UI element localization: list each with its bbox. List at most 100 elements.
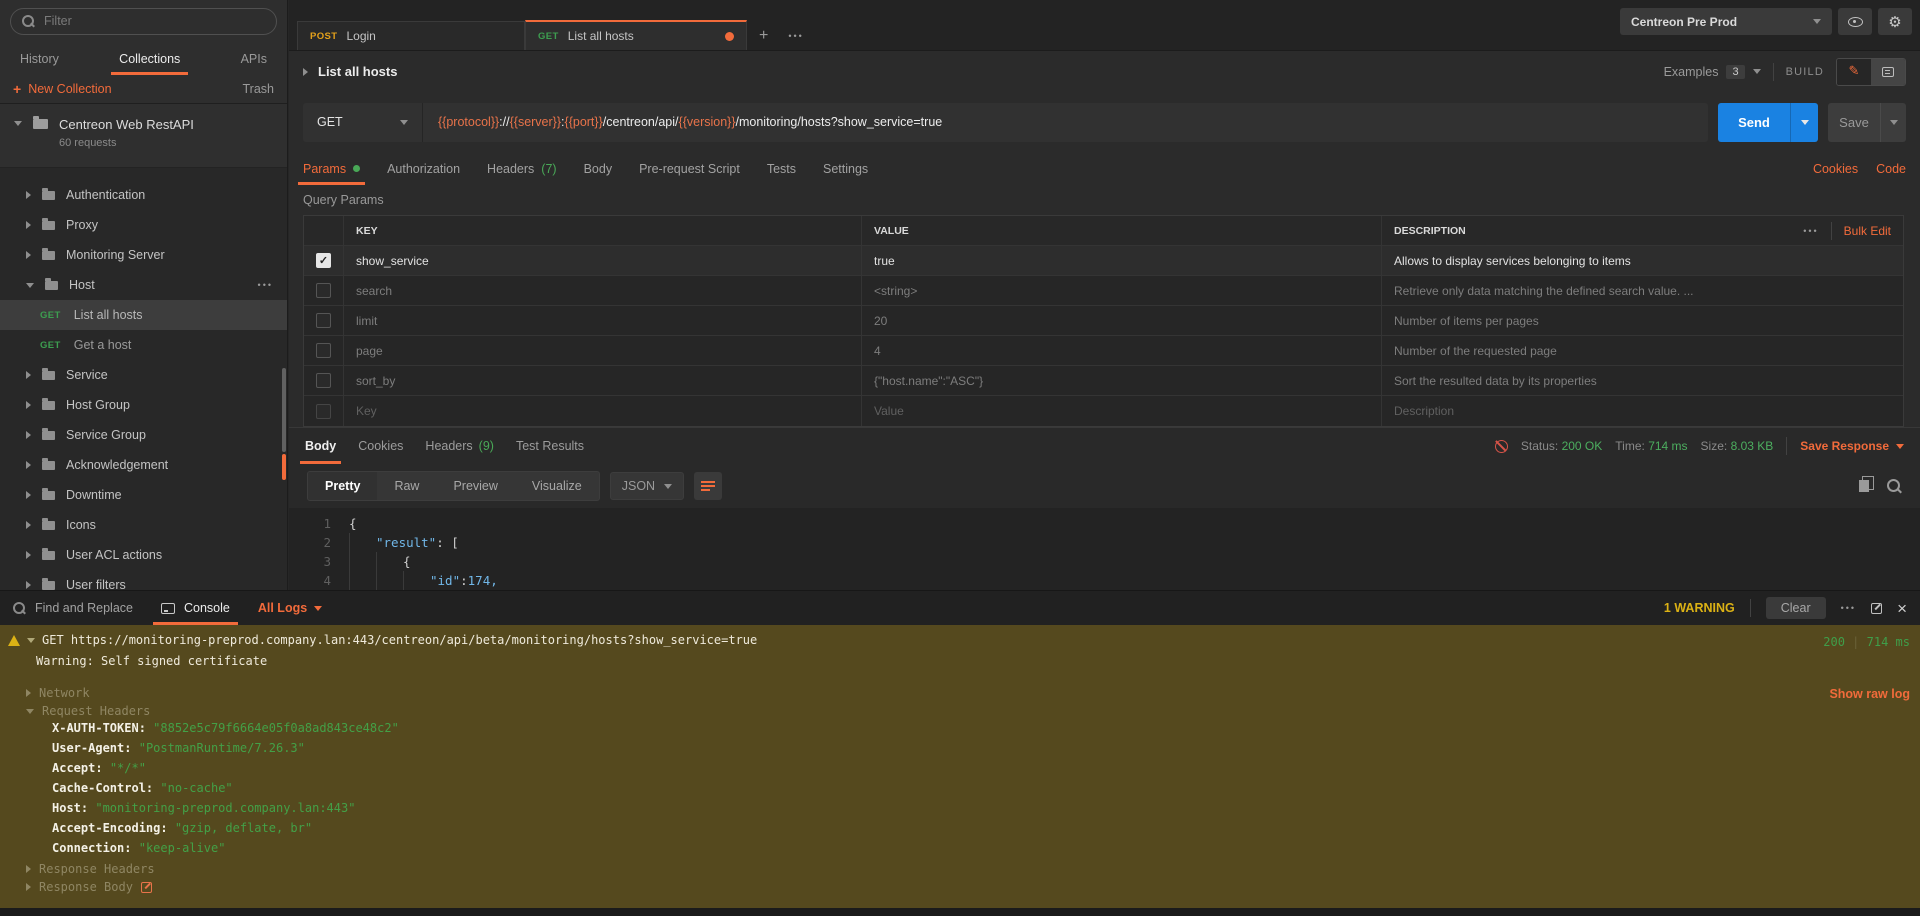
sidebar-folder-service-group[interactable]: Service Group	[0, 420, 287, 450]
response-tab-body[interactable]: Body	[305, 428, 336, 464]
new-tab-button[interactable]: +	[747, 21, 780, 50]
param-key-placeholder[interactable]: Key	[344, 396, 862, 426]
param-value[interactable]: true	[862, 246, 1382, 275]
edit-mode-button[interactable]: ✎	[1837, 59, 1871, 85]
ssl-warning-icon[interactable]	[1495, 440, 1508, 453]
sidebar-folder-service[interactable]: Service	[0, 360, 287, 390]
close-console-icon[interactable]: ×	[1897, 600, 1907, 617]
environment-selector[interactable]: Centreon Pre Prod	[1620, 8, 1832, 35]
show-raw-log-link[interactable]: Show raw log	[1829, 687, 1910, 701]
chevron-down-icon[interactable]	[14, 121, 22, 126]
tab-prerequest-script[interactable]: Pre-request Script	[639, 152, 740, 185]
language-selector[interactable]: JSON	[610, 472, 684, 500]
param-key[interactable]: limit	[344, 306, 862, 335]
param-checkbox[interactable]	[316, 283, 331, 298]
param-description[interactable]: Number of the requested page	[1382, 336, 1903, 365]
cookies-link[interactable]: Cookies	[1813, 162, 1858, 176]
sidebar-folder-host-group[interactable]: Host Group	[0, 390, 287, 420]
save-options-button[interactable]	[1880, 103, 1906, 142]
copy-icon[interactable]	[1859, 480, 1869, 492]
view-pretty[interactable]: Pretty	[308, 472, 377, 500]
param-checkbox[interactable]	[316, 343, 331, 358]
console-log[interactable]: GET https://monitoring-preprod.company.l…	[0, 625, 1920, 908]
tab-options-icon[interactable]: •••	[780, 21, 811, 50]
param-value[interactable]: {"host.name":"ASC"}	[862, 366, 1382, 395]
save-button[interactable]: Save	[1828, 103, 1880, 142]
console-section-request-headers[interactable]: Request Headers	[0, 704, 1920, 718]
chevron-down-icon[interactable]	[27, 638, 35, 643]
examples-dropdown[interactable]: Examples 3	[1664, 65, 1761, 79]
filter-input[interactable]	[44, 14, 265, 28]
console-options-icon[interactable]: •••	[1841, 603, 1856, 613]
param-value[interactable]: 4	[862, 336, 1382, 365]
tab-params[interactable]: Params	[303, 152, 360, 185]
param-description[interactable]: Number of items per pages	[1382, 306, 1903, 335]
sidebar-folder-monitoring-server[interactable]: Monitoring Server	[0, 240, 287, 270]
param-description[interactable]: Sort the resulted data by its properties	[1382, 366, 1903, 395]
param-checkbox[interactable]	[316, 373, 331, 388]
external-link-icon[interactable]	[141, 882, 152, 893]
tab-collections[interactable]: Collections	[119, 42, 180, 75]
table-options-icon[interactable]: •••	[1803, 226, 1818, 236]
param-row[interactable]: show_service true Allows to display serv…	[304, 246, 1903, 276]
sidebar-scrollbar[interactable]	[282, 368, 286, 452]
filter-box[interactable]	[10, 8, 277, 35]
response-body-viewer[interactable]: 1 { 2 "result": [ 3 { 4 "id": 174,	[289, 508, 1920, 592]
code-link[interactable]: Code	[1876, 162, 1906, 176]
param-row[interactable]: search <string> Retrieve only data match…	[304, 276, 1903, 306]
sidebar-scrollbar-marker[interactable]	[282, 454, 286, 480]
response-tab-test-results[interactable]: Test Results	[516, 428, 584, 464]
request-tab-list-all-hosts[interactable]: GET List all hosts	[525, 20, 747, 50]
sidebar-request-get-a-host[interactable]: GET Get a host	[0, 330, 287, 360]
request-tab-login[interactable]: POST Login	[297, 21, 525, 50]
view-visualize[interactable]: Visualize	[515, 472, 599, 500]
tab-headers[interactable]: Headers (7)	[487, 152, 557, 185]
param-value-placeholder[interactable]: Value	[862, 396, 1382, 426]
environment-quick-look-button[interactable]	[1838, 8, 1872, 35]
param-row[interactable]: limit 20 Number of items per pages	[304, 306, 1903, 336]
console-section-network[interactable]: Network	[0, 686, 1920, 700]
tab-body[interactable]: Body	[584, 152, 613, 185]
sidebar-folder-downtime[interactable]: Downtime	[0, 480, 287, 510]
param-key[interactable]: show_service	[344, 246, 862, 275]
param-description-placeholder[interactable]: Description	[1382, 396, 1903, 426]
tab-authorization[interactable]: Authorization	[387, 152, 460, 185]
tab-tests[interactable]: Tests	[767, 152, 796, 185]
param-row-placeholder[interactable]: Key Value Description	[304, 396, 1903, 426]
view-raw[interactable]: Raw	[377, 472, 436, 500]
sidebar-folder-proxy[interactable]: Proxy	[0, 210, 287, 240]
log-filter-dropdown[interactable]: All Logs	[258, 591, 322, 625]
sidebar-folder-icons[interactable]: Icons	[0, 510, 287, 540]
param-value[interactable]: 20	[862, 306, 1382, 335]
param-description[interactable]: Allows to display services belonging to …	[1382, 246, 1903, 275]
view-preview[interactable]: Preview	[436, 472, 514, 500]
find-and-replace-button[interactable]: Find and Replace	[13, 591, 133, 625]
param-checkbox[interactable]	[316, 313, 331, 328]
save-response-button[interactable]: Save Response	[1800, 439, 1904, 453]
collection-root[interactable]: Centreon Web RestAPI 60 requests	[0, 104, 287, 168]
open-console-window-icon[interactable]	[1871, 603, 1882, 614]
more-actions-icon[interactable]: •••	[258, 280, 273, 290]
sidebar-folder-host[interactable]: Host •••	[0, 270, 287, 300]
sidebar-request-list-all-hosts[interactable]: GET List all hosts	[0, 300, 287, 330]
tab-history[interactable]: History	[20, 42, 59, 75]
response-tab-cookies[interactable]: Cookies	[358, 428, 403, 464]
param-checkbox[interactable]	[316, 253, 331, 268]
send-button[interactable]: Send	[1718, 103, 1790, 142]
send-options-button[interactable]	[1790, 103, 1818, 142]
sidebar-folder-user-acl-actions[interactable]: User ACL actions	[0, 540, 287, 570]
param-checkbox[interactable]	[316, 404, 331, 419]
tab-settings[interactable]: Settings	[823, 152, 868, 185]
settings-button[interactable]: ⚙	[1878, 8, 1912, 35]
search-response-icon[interactable]	[1887, 479, 1902, 494]
chevron-right-icon[interactable]	[303, 68, 308, 76]
console-tab[interactable]: Console	[161, 591, 230, 625]
console-section-response-body[interactable]: Response Body	[0, 880, 1920, 894]
response-tab-headers[interactable]: Headers (9)	[425, 428, 494, 464]
param-key[interactable]: page	[344, 336, 862, 365]
param-value[interactable]: <string>	[862, 276, 1382, 305]
url-input[interactable]: {{protocol}}://{{server}}:{{port}}/centr…	[423, 115, 1708, 129]
new-collection-button[interactable]: + New Collection	[13, 81, 112, 97]
param-key[interactable]: search	[344, 276, 862, 305]
wrap-text-button[interactable]	[694, 472, 722, 500]
